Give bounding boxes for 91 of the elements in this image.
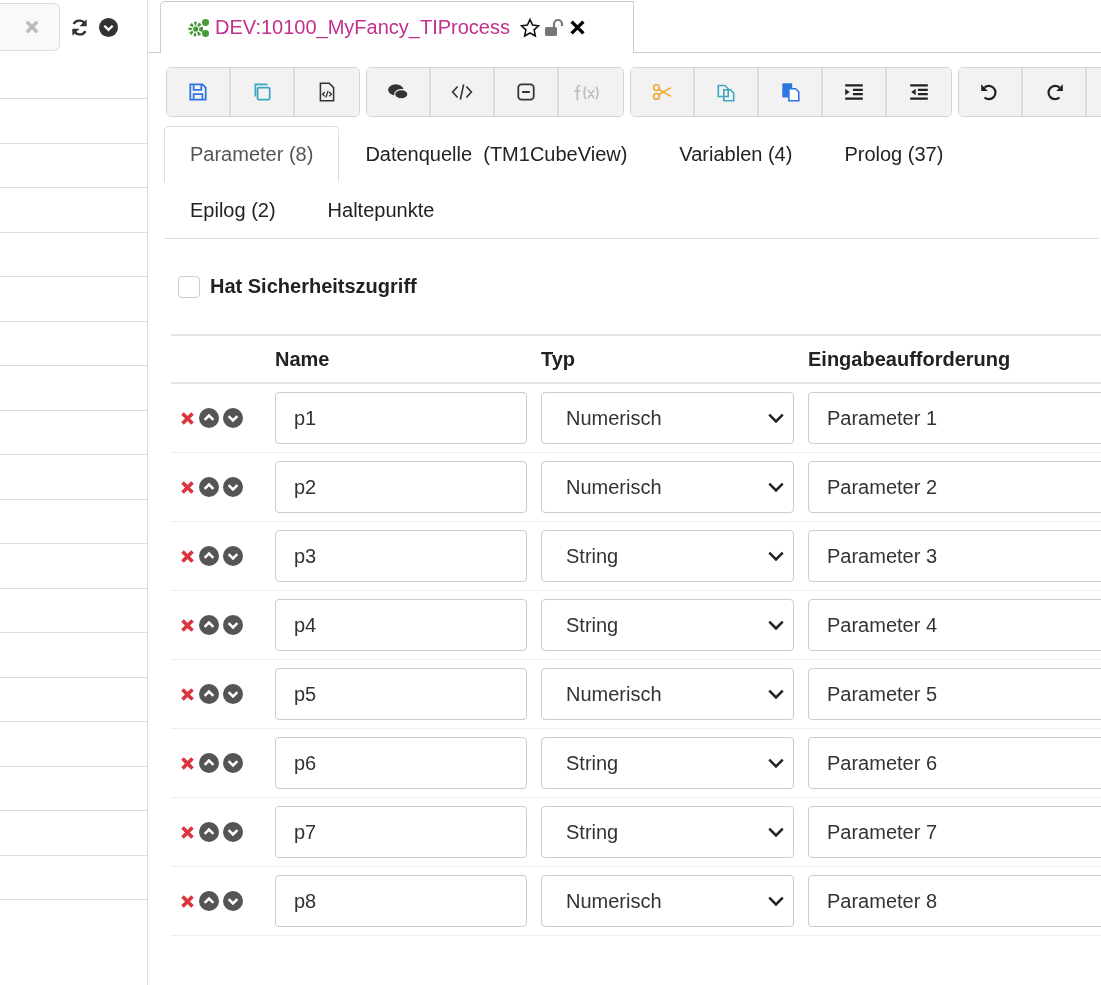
caret-icon[interactable] <box>767 619 785 631</box>
delete-icon[interactable] <box>180 824 195 840</box>
comments-button[interactable] <box>367 68 431 116</box>
delete-icon[interactable] <box>180 479 195 495</box>
section-tab[interactable]: Epilog (2) <box>164 182 302 238</box>
outdent-icon[interactable] <box>908 81 930 103</box>
star-icon[interactable] <box>519 17 540 38</box>
move-up-icon[interactable] <box>199 684 219 704</box>
name-field[interactable]: p4 <box>275 599 527 651</box>
delete-icon[interactable] <box>180 410 195 426</box>
indent-button[interactable] <box>823 68 887 116</box>
move-down-icon[interactable] <box>223 822 243 842</box>
name-field[interactable]: p8 <box>275 875 527 927</box>
move-up-icon[interactable] <box>199 615 219 635</box>
section-tab[interactable]: Haltepunkte <box>301 182 461 238</box>
type-dropdown[interactable]: Numerisch <box>541 668 794 720</box>
caret-icon[interactable] <box>767 412 785 424</box>
prompt-field[interactable]: Parameter 5 <box>808 668 1101 720</box>
section-tab[interactable]: Variablen (4) <box>653 126 819 182</box>
type-dropdown[interactable]: String <box>541 737 794 789</box>
refresh-icon[interactable] <box>70 17 89 37</box>
name-field[interactable]: p1 <box>275 392 527 444</box>
indent-icon[interactable] <box>843 81 865 103</box>
code-file-button[interactable] <box>295 68 359 116</box>
paste-button[interactable] <box>759 68 823 116</box>
caret-icon[interactable] <box>767 481 785 493</box>
delete-icon[interactable] <box>180 686 195 702</box>
section-tab[interactable]: Parameter (8) <box>164 126 340 182</box>
code-button[interactable] <box>431 68 495 116</box>
outdent-button[interactable] <box>887 68 951 116</box>
type-dropdown[interactable]: String <box>541 530 794 582</box>
name-field[interactable]: p3 <box>275 530 527 582</box>
editor-tab-title[interactable]: DEV:10100_MyFancy_TIProcess <box>215 16 510 39</box>
type-dropdown[interactable]: Numerisch <box>541 392 794 444</box>
code-icon[interactable] <box>451 81 473 103</box>
redo-button[interactable] <box>1023 68 1087 116</box>
move-up-icon[interactable] <box>199 822 219 842</box>
move-down-icon[interactable] <box>223 546 243 566</box>
column-header: Name <box>275 347 330 370</box>
type-dropdown[interactable]: String <box>541 806 794 858</box>
save-button[interactable] <box>167 68 231 116</box>
caret-icon[interactable] <box>767 688 785 700</box>
checkbox[interactable] <box>178 275 200 298</box>
prompt-field[interactable]: Parameter 2 <box>808 461 1101 513</box>
minus-square-icon[interactable] <box>515 81 537 103</box>
caret-icon[interactable] <box>767 826 785 838</box>
type-dropdown[interactable]: Numerisch <box>541 875 794 927</box>
section-tab[interactable]: Datenquelle (TM1CubeView) <box>339 126 654 182</box>
delete-icon[interactable] <box>180 893 195 909</box>
checkbox-label: Hat Sicherheitszugriff <box>210 275 417 298</box>
prompt-field[interactable]: Parameter 3 <box>808 530 1101 582</box>
caret-icon[interactable] <box>767 757 785 769</box>
move-up-icon[interactable] <box>199 891 219 911</box>
editor-tab[interactable]: DEV:10100_MyFancy_TIProcess <box>160 1 634 53</box>
delete-icon[interactable] <box>180 548 195 564</box>
caret-icon[interactable] <box>767 895 785 907</box>
column-header: Eingabeaufforderung <box>808 347 1011 370</box>
unlock-icon[interactable] <box>543 17 564 38</box>
name-field[interactable]: p5 <box>275 668 527 720</box>
type-dropdown[interactable]: String <box>541 599 794 651</box>
collapse-button[interactable] <box>495 68 559 116</box>
prompt-field[interactable]: Parameter 8 <box>808 875 1101 927</box>
section-tab[interactable]: Prolog (37) <box>818 126 970 182</box>
save-icon[interactable] <box>187 81 209 103</box>
chevron-down-circle-icon[interactable] <box>99 17 118 37</box>
delete-icon[interactable] <box>180 617 195 633</box>
prompt-field[interactable]: Parameter 6 <box>808 737 1101 789</box>
name-field[interactable]: p7 <box>275 806 527 858</box>
gears-icon <box>187 16 211 39</box>
move-down-icon[interactable] <box>223 477 243 497</box>
duplicate-button[interactable] <box>695 68 759 116</box>
move-down-icon[interactable] <box>223 753 243 773</box>
move-down-icon[interactable] <box>223 615 243 635</box>
name-field[interactable]: p2 <box>275 461 527 513</box>
prompt-field[interactable]: Parameter 1 <box>808 392 1101 444</box>
column-header: Typ <box>541 347 576 370</box>
move-down-icon[interactable] <box>223 684 243 704</box>
caret-icon[interactable] <box>767 550 785 562</box>
move-up-icon[interactable] <box>199 477 219 497</box>
move-down-icon[interactable] <box>223 891 243 911</box>
move-up-icon[interactable] <box>199 753 219 773</box>
move-down-icon[interactable] <box>223 408 243 428</box>
name-field[interactable]: p6 <box>275 737 527 789</box>
undo-button[interactable] <box>959 68 1023 116</box>
delete-icon[interactable] <box>180 755 195 771</box>
prompt-field[interactable]: Parameter 7 <box>808 806 1101 858</box>
move-up-icon[interactable] <box>199 546 219 566</box>
type-dropdown[interactable]: Numerisch <box>541 461 794 513</box>
paste-icon[interactable] <box>779 81 801 103</box>
move-up-icon[interactable] <box>199 408 219 428</box>
prompt-field[interactable]: Parameter 4 <box>808 599 1101 651</box>
